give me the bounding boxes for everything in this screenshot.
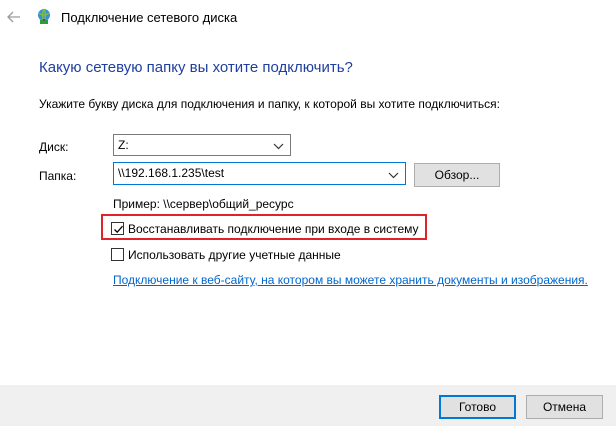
title-bar: Подключение сетевого диска (0, 0, 616, 34)
window-title: Подключение сетевого диска (61, 10, 238, 25)
instruction-text: Укажите букву диска для подключения и па… (39, 97, 500, 111)
reconnect-label[interactable]: Восстанавливать подключение при входе в … (128, 222, 419, 236)
back-arrow-icon[interactable] (6, 9, 22, 25)
chevron-down-icon[interactable] (273, 140, 284, 150)
folder-label: Папка: (39, 169, 77, 183)
browse-button[interactable]: Обзор... (414, 163, 500, 187)
network-drive-icon (36, 8, 54, 26)
reconnect-checkbox[interactable] (111, 222, 124, 235)
drive-value: Z: (118, 138, 129, 152)
finish-button[interactable]: Готово (439, 395, 516, 419)
drive-select[interactable]: Z: (113, 134, 291, 156)
cancel-button[interactable]: Отмена (526, 395, 603, 419)
website-link[interactable]: Подключение к веб-сайту, на котором вы м… (113, 273, 588, 287)
checkmark-icon (114, 225, 123, 234)
drive-label: Диск: (39, 140, 69, 154)
other-credentials-checkbox[interactable] (111, 248, 124, 261)
dialog-footer: Готово Отмена (0, 385, 616, 426)
example-text: Пример: \\сервер\общий_ресурс (113, 197, 294, 211)
folder-value: \\192.168.1.235\test (118, 166, 225, 180)
other-credentials-label[interactable]: Использовать другие учетные данные (128, 248, 341, 262)
folder-input[interactable]: \\192.168.1.235\test (113, 162, 406, 185)
chevron-down-icon[interactable] (388, 169, 399, 179)
page-heading: Какую сетевую папку вы хотите подключить… (39, 59, 353, 76)
